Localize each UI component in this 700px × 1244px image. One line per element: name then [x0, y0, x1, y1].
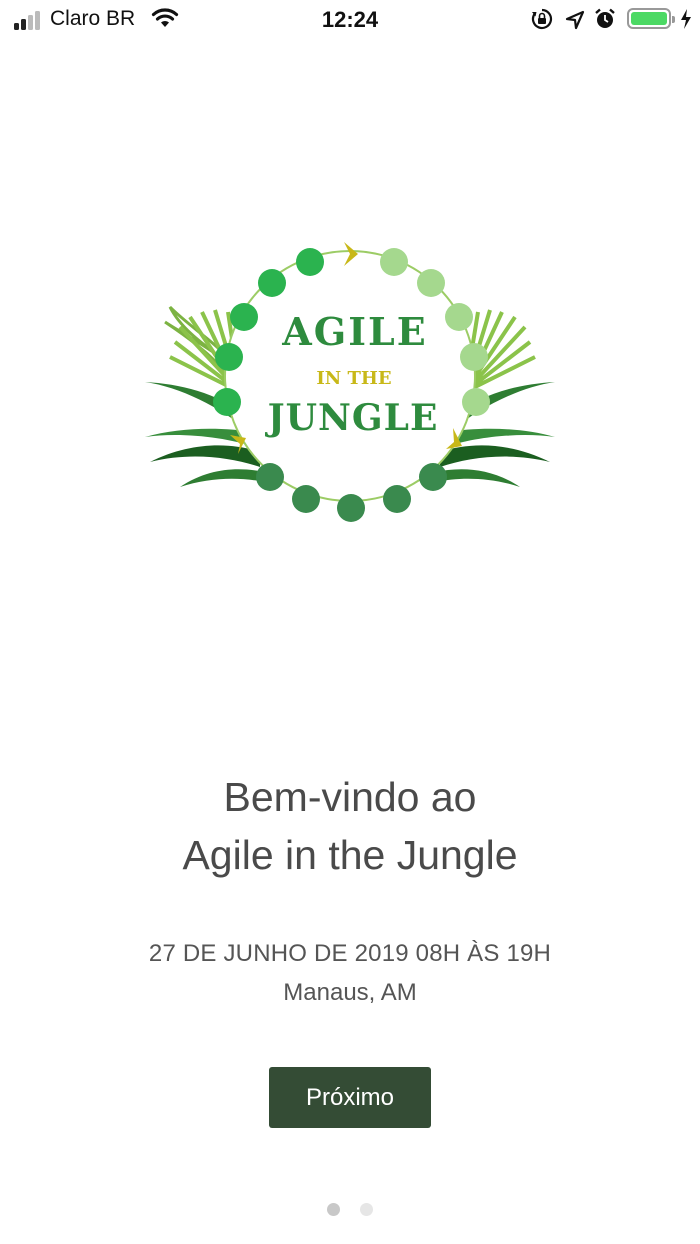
location-arrow-icon [565, 10, 585, 30]
welcome-line-2: Agile in the Jungle [182, 832, 518, 878]
page-dot-1[interactable] [326, 1203, 340, 1216]
orientation-lock-icon [531, 8, 553, 30]
next-button[interactable]: Próximo [269, 1067, 431, 1128]
welcome-heading: Bem-vindo ao Agile in the Jungle [0, 768, 700, 884]
event-location: Manaus, AM [283, 979, 417, 1006]
logo-text-in-the: IN THE [316, 368, 391, 389]
status-bar: Claro BR 12:24 [0, 0, 700, 40]
page-dot-2[interactable] [360, 1203, 374, 1216]
battery-icon [627, 8, 675, 29]
event-date-time: 27 DE JUNHO DE 2019 08H ÀS 19H [148, 940, 552, 967]
logo-text-agile: AGILE [281, 309, 427, 354]
agile-in-the-jungle-logo: AGILE IN THE JUNGLE [145, 242, 555, 522]
logo-text-jungle: JUNGLE [265, 397, 439, 439]
page-indicator [0, 1203, 700, 1217]
charging-bolt-icon [681, 9, 691, 29]
welcome-line-1: Bem-vindo ao [223, 774, 477, 820]
alarm-clock-icon [595, 8, 615, 28]
